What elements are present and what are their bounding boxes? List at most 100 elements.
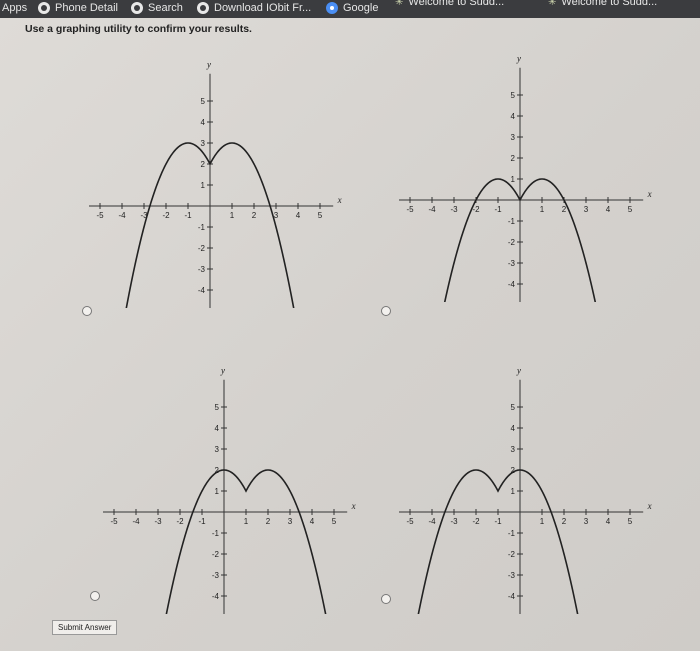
graph-option-c[interactable]: xy-5-4-3-2-11234554321-1-2-3-4-5 [96,344,366,614]
y-tick-label: 3 [201,139,206,148]
bookmarks-bar: Apps Phone Detail Search Download IObit … [0,0,700,18]
y-tick-label: -4 [212,592,220,601]
x-tick-label: -2 [162,211,170,220]
radio-option-c[interactable] [90,591,100,601]
y-tick-label: 5 [201,97,206,106]
function-curve [165,469,327,614]
x-tick-label: 2 [562,517,567,526]
graph-option-d[interactable]: xy-5-4-3-2-11234554321-1-2-3-4-5 [392,344,662,614]
x-tick-label: -4 [428,205,436,214]
bookmark-download-iobit[interactable]: Download IObit Fr... [197,2,311,14]
star-icon: ✳ [548,0,557,8]
bookmark-google[interactable]: Google [326,2,378,14]
x-tick-label: 1 [540,205,545,214]
y-tick-label: 3 [215,445,220,454]
y-tick-label: 4 [511,112,516,121]
bookmark-search[interactable]: Search [131,2,183,14]
bookmark-label: Google [343,2,379,14]
y-axis-label: y [516,365,521,375]
y-tick-label: -2 [508,550,516,559]
x-tick-label: 3 [584,517,589,526]
y-tick-label: -1 [212,529,220,538]
x-tick-label: -3 [154,517,162,526]
submit-answer-button[interactable]: Submit Answer [52,620,118,635]
y-tick-label: -1 [198,223,206,232]
graph-svg: xy-5-4-3-2-11234554321-1-2-3-4-5 [399,365,652,614]
globe-icon [38,2,50,14]
y-tick-label: -2 [198,244,206,253]
y-tick-label: -3 [508,259,516,268]
y-tick-label: -2 [212,550,220,559]
x-tick-label: 2 [266,517,271,526]
y-tick-label: -3 [212,571,220,580]
instruction-text: Use a graphing utility to confirm your r… [25,23,252,35]
radio-option-a[interactable] [82,306,92,316]
x-axis-label: x [647,189,652,199]
x-tick-label: -4 [118,211,126,220]
x-tick-label: 1 [540,517,545,526]
x-tick-label: 4 [310,517,315,526]
bookmark-label: Apps [2,2,28,14]
x-tick-label: 3 [288,517,293,526]
y-tick-label: 5 [511,403,516,412]
y-tick-label: 3 [511,445,516,454]
x-tick-label: 4 [606,517,611,526]
y-tick-label: 3 [511,133,516,142]
graph-option-a[interactable]: xy-5-4-3-2-11234554321-1-2-3-4-5 [82,38,352,308]
y-tick-label: 4 [215,424,220,433]
x-tick-label: -4 [132,517,140,526]
radio-option-d[interactable] [381,594,391,604]
google-icon [326,2,338,14]
x-tick-label: -1 [184,211,192,220]
bookmark-welcome-2[interactable]: ✳ Welcome to Sudd... [548,0,657,8]
y-tick-label: -2 [508,238,516,247]
y-tick-label: 4 [201,118,206,127]
bookmark-welcome-1[interactable]: ✳ Welcome to Sudd... [395,0,504,8]
x-tick-label: 5 [332,517,337,526]
x-tick-label: 1 [230,211,235,220]
y-tick-label: 4 [511,424,516,433]
y-tick-label: -4 [198,286,206,295]
bookmark-phone-detail[interactable]: Phone Detail [38,2,118,14]
y-tick-label: -4 [508,592,516,601]
y-tick-label: 1 [511,175,516,184]
x-tick-label: -5 [110,517,118,526]
x-tick-label: -5 [406,517,414,526]
bookmark-label: Phone Detail [55,2,118,14]
globe-icon [197,2,209,14]
y-tick-label: 1 [201,181,206,190]
x-tick-label: 2 [562,205,567,214]
y-tick-label: -1 [508,217,516,226]
x-tick-label: -5 [406,205,414,214]
x-tick-label: -1 [198,517,206,526]
y-tick-label: -3 [198,265,206,274]
y-tick-label: 1 [511,487,516,496]
bookmark-label: Welcome to Sudd... [561,0,658,8]
y-tick-label: -5 [212,613,220,614]
y-axis-label: y [516,53,521,63]
y-tick-label: 5 [215,403,220,412]
x-axis-label: x [351,501,356,511]
x-tick-label: -2 [176,517,184,526]
graph-svg: xy-5-4-3-2-11234554321-1-2-3-4-5 [103,365,356,614]
x-tick-label: -5 [96,211,104,220]
bookmark-apps[interactable]: Apps [2,2,27,14]
graph-option-b[interactable]: xy-5-4-3-2-11234554321-1-2-3-4-5 [392,32,662,302]
y-tick-label: -5 [508,301,516,302]
y-tick-label: -1 [508,529,516,538]
x-tick-label: 5 [318,211,323,220]
y-axis-label: y [206,59,211,69]
graph-svg: xy-5-4-3-2-11234554321-1-2-3-4-5 [89,59,342,308]
x-tick-label: -3 [450,517,458,526]
y-axis-label: y [220,365,225,375]
y-tick-label: -5 [198,307,206,308]
bookmark-label: Download IObit Fr... [214,2,312,14]
x-tick-label: 3 [584,205,589,214]
y-tick-label: 2 [201,160,206,169]
radio-option-b[interactable] [381,306,391,316]
x-tick-label: -3 [450,205,458,214]
x-tick-label: 5 [628,205,633,214]
x-axis-label: x [647,501,652,511]
x-axis-label: x [337,195,342,205]
x-tick-label: -4 [428,517,436,526]
